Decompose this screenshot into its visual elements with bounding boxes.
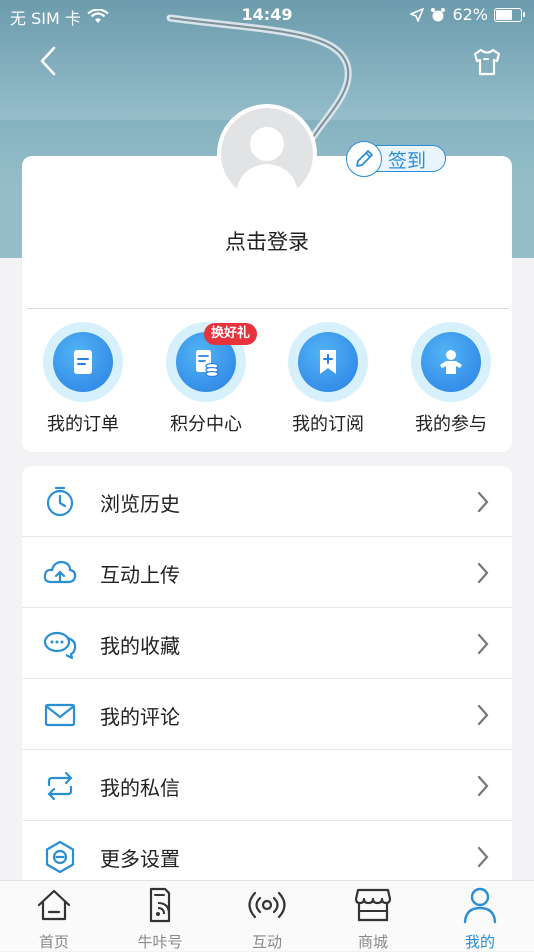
menu-item-comments[interactable]: 我的评论 (22, 679, 512, 750)
checkin-button[interactable]: 签到 (346, 141, 446, 177)
subscribe-icon (320, 350, 336, 374)
menu-item-upload[interactable]: 互动上传 (22, 537, 512, 608)
quick-action-orders[interactable]: 我的订单 (33, 322, 133, 436)
tab-label: 牛咔号 (137, 933, 183, 951)
menu-item-label: 我的私信 (100, 776, 180, 800)
mail-icon (44, 703, 76, 727)
location-arrow-icon (410, 7, 425, 22)
menu-item-label: 浏览历史 (100, 492, 180, 516)
quick-action-label: 积分中心 (170, 414, 242, 435)
swap-arrows-icon (47, 771, 73, 801)
tab-home[interactable]: 首页 (14, 885, 94, 952)
home-icon (37, 889, 71, 921)
default-avatar-icon (235, 127, 299, 200)
store-icon (354, 888, 392, 922)
menu-item-label: 更多设置 (100, 847, 180, 871)
tab-label: 商城 (357, 933, 388, 951)
menu-item-favorites[interactable]: 我的收藏 (22, 608, 512, 679)
tab-label: 互动 (251, 933, 282, 951)
tab-mine[interactable]: 我的 (440, 885, 520, 952)
person-icon (463, 887, 497, 924)
quick-action-label: 我的订单 (47, 414, 119, 435)
chevron-right-icon (477, 562, 489, 584)
login-prompt[interactable]: 点击登录 (0, 226, 534, 256)
chevron-right-icon (477, 704, 489, 726)
divider (27, 308, 509, 309)
broadcast-icon (248, 891, 286, 919)
battery-percent: 62% (452, 5, 488, 24)
participate-icon (440, 350, 462, 374)
battery-icon (494, 7, 525, 22)
skin-theme-icon[interactable] (470, 44, 504, 78)
tab-store[interactable]: 商城 (333, 885, 413, 952)
menu-item-label: 互动上传 (100, 563, 180, 587)
chevron-right-icon (477, 846, 489, 868)
quick-action-participation[interactable]: 我的参与 (401, 322, 501, 436)
chevron-right-icon (477, 491, 489, 513)
clock-icon (46, 486, 74, 517)
menu-item-messages[interactable]: 我的私信 (22, 750, 512, 821)
tab-label: 首页 (38, 933, 69, 951)
quick-action-subscriptions[interactable]: 我的订阅 (278, 322, 378, 436)
gift-badge: 换好礼 (204, 323, 258, 345)
order-icon (74, 350, 92, 374)
chevron-right-icon (477, 775, 489, 797)
chat-bubbles-icon (43, 631, 77, 660)
checkin-label: 签到 (388, 150, 427, 172)
quick-action-label: 我的订阅 (292, 414, 364, 435)
bottom-tab-bar: 首页 牛咔号 互动 商城 我的 (0, 880, 534, 951)
menu-item-label: 我的收藏 (100, 634, 180, 658)
menu-item-label: 我的评论 (100, 705, 180, 729)
tab-label: 我的 (464, 933, 495, 951)
tab-interact[interactable]: 互动 (227, 885, 307, 952)
status-bar: 无 SIM 卡 14:49 62% (0, 0, 534, 30)
tab-channel[interactable]: 牛咔号 (120, 885, 200, 952)
chevron-right-icon (477, 633, 489, 655)
quick-action-label: 我的参与 (415, 414, 487, 435)
pencil-icon (356, 150, 373, 167)
menu-item-history[interactable]: 浏览历史 (22, 466, 512, 537)
channel-icon (149, 887, 171, 923)
avatar[interactable] (217, 104, 317, 204)
cloud-upload-icon (43, 560, 77, 584)
settings-hex-icon (45, 840, 75, 874)
alarm-icon (431, 7, 446, 21)
menu-list: 浏览历史 互动上传 我的收藏 我的评论 我的私信 更多设置 (22, 466, 512, 896)
points-icon (196, 350, 219, 377)
back-button[interactable] (34, 44, 64, 78)
